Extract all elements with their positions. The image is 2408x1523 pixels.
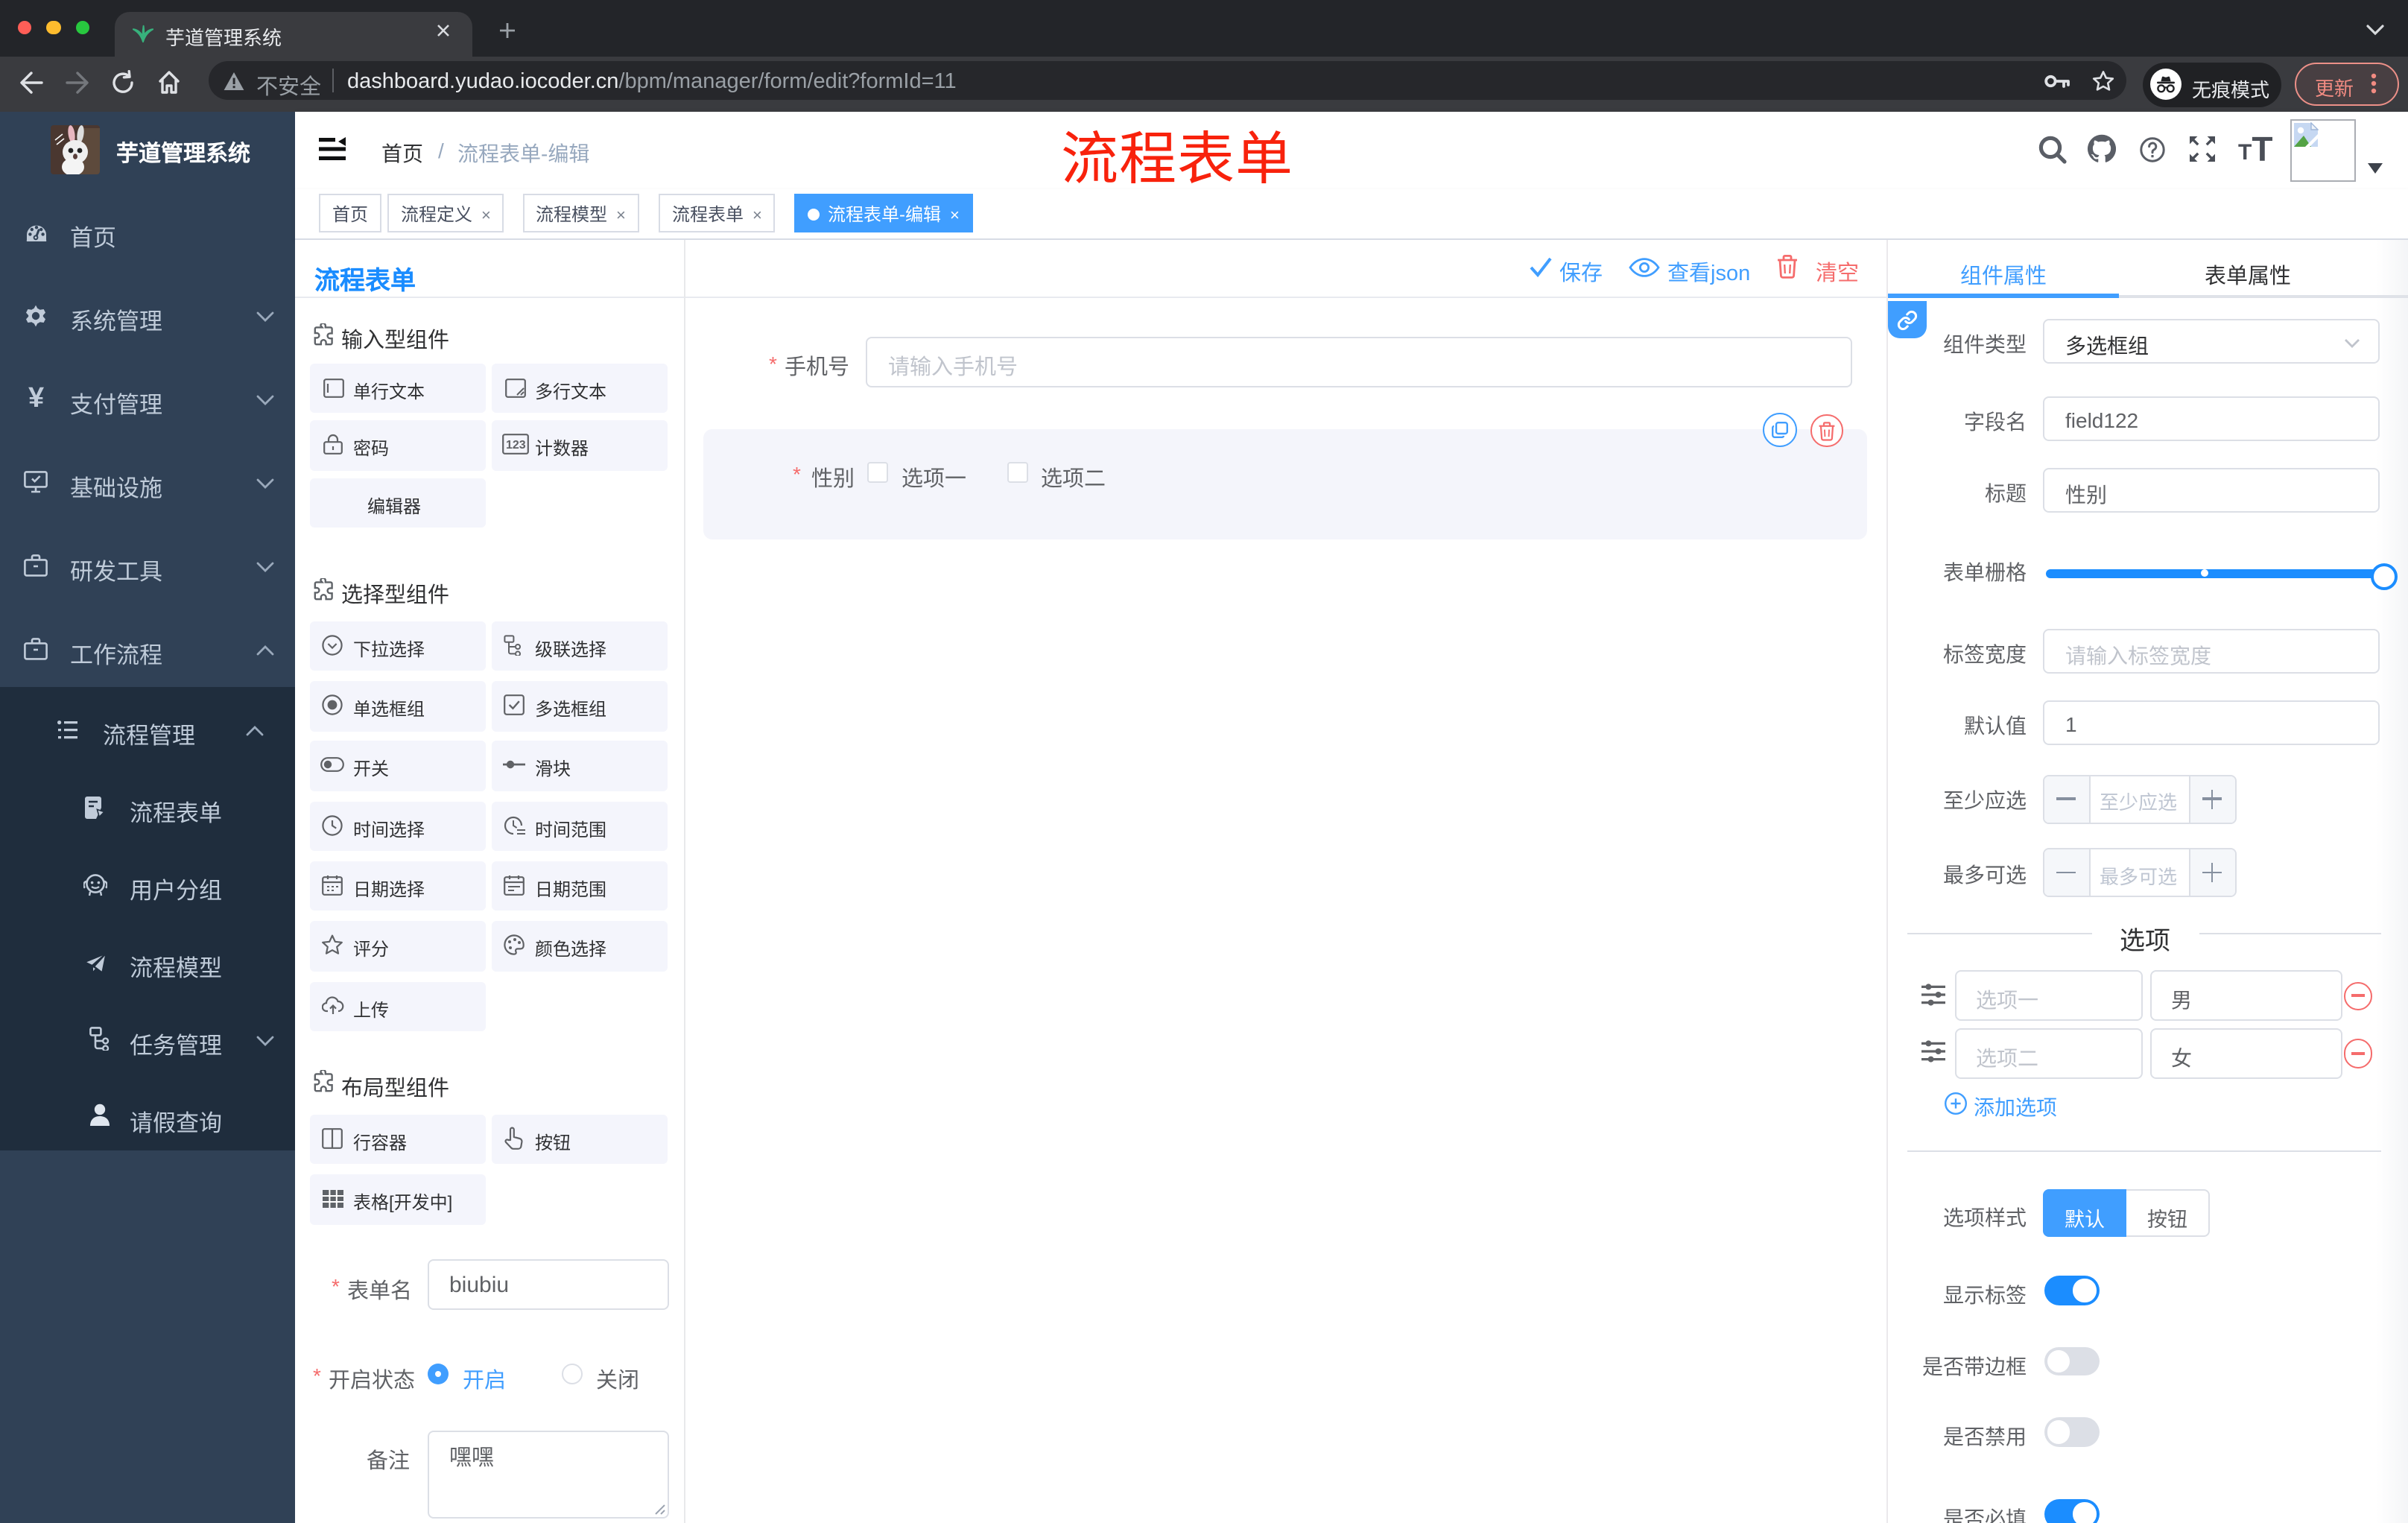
svg-text:123: 123 (506, 439, 526, 452)
